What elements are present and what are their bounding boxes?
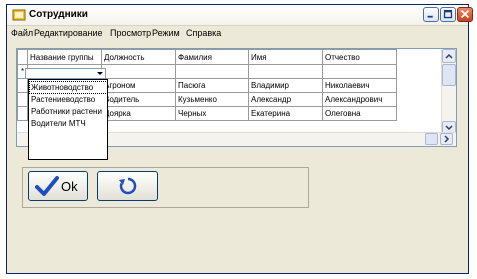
table-cell[interactable]: Кузьменко xyxy=(175,92,249,107)
maximize-button[interactable] xyxy=(440,7,456,22)
table-cell[interactable]: Пасюга xyxy=(175,78,249,93)
employees-window: Сотрудники Файл Редактирование Просмотр … xyxy=(6,4,473,274)
window-title: Сотрудники xyxy=(29,9,88,20)
refresh-button[interactable] xyxy=(97,171,158,201)
dropdown-option[interactable]: Растениеводство xyxy=(30,94,107,105)
menu-view[interactable]: Просмотр xyxy=(110,28,151,38)
column-header-group[interactable]: Название группы xyxy=(27,49,102,65)
group-dropdown-list[interactable]: Животноводство Растениеводство Работники… xyxy=(28,79,108,160)
table-cell[interactable] xyxy=(101,64,176,79)
app-icon xyxy=(12,9,26,21)
close-button[interactable] xyxy=(457,7,473,22)
table-cell[interactable] xyxy=(175,64,249,79)
menu-file[interactable]: Файл xyxy=(11,28,33,38)
table-cell[interactable]: Черных xyxy=(175,106,249,121)
table-cell[interactable]: Александр xyxy=(248,92,323,107)
table-cell[interactable]: Екатерина xyxy=(248,106,323,121)
dropdown-option[interactable]: Работники растени xyxy=(30,106,107,117)
refresh-icon xyxy=(119,177,137,195)
title-bar[interactable]: Сотрудники xyxy=(7,5,473,26)
column-header-position[interactable]: Должность xyxy=(101,49,176,65)
checkmark-icon xyxy=(35,176,59,196)
table-cell[interactable]: Александрович xyxy=(322,92,397,107)
dropdown-option[interactable]: Водители МТЧ xyxy=(30,118,107,129)
row-selector[interactable] xyxy=(17,106,28,121)
vertical-scrollbar[interactable] xyxy=(441,49,456,135)
menu-mode[interactable]: Режим xyxy=(152,28,180,38)
chevron-up-icon xyxy=(445,53,453,59)
button-panel: Ok xyxy=(22,167,309,208)
column-header-surname[interactable]: Фамилия xyxy=(175,49,249,65)
table-cell[interactable]: Водитель xyxy=(101,92,176,107)
row-selector[interactable] xyxy=(17,78,28,93)
menu-bar: Файл Редактирование Просмотр Режим Справ… xyxy=(7,26,468,40)
column-header-patronymic[interactable]: Отчество xyxy=(322,49,397,65)
minimize-icon xyxy=(427,15,433,18)
grid-header-row: Название группы Должность Фамилия Имя От… xyxy=(17,49,397,65)
maximize-icon xyxy=(443,9,453,19)
group-combobox[interactable] xyxy=(25,68,106,79)
menu-edit[interactable]: Редактирование xyxy=(34,28,103,38)
minimize-button[interactable] xyxy=(423,7,439,22)
table-cell[interactable] xyxy=(248,64,323,79)
close-icon xyxy=(460,9,470,19)
table-cell[interactable]: Николаевич xyxy=(322,78,397,93)
column-header-name[interactable]: Имя xyxy=(248,49,323,65)
row-selector-header xyxy=(17,49,28,65)
dropdown-option[interactable]: Животноводство xyxy=(29,81,108,94)
scroll-right-button[interactable] xyxy=(440,133,453,145)
ok-button[interactable]: Ok xyxy=(28,171,88,201)
menu-help[interactable]: Справка xyxy=(186,28,221,38)
table-cell[interactable]: Доярка xyxy=(101,106,176,121)
scroll-up-button[interactable] xyxy=(442,49,456,63)
table-cell[interactable]: Агроном xyxy=(101,78,176,93)
chevron-down-icon[interactable] xyxy=(95,69,105,78)
chevron-right-icon xyxy=(444,135,450,143)
table-cell[interactable] xyxy=(322,64,397,79)
scroll-thumb[interactable] xyxy=(442,64,456,86)
table-cell[interactable]: Олеговна xyxy=(322,106,397,121)
table-cell[interactable]: Владимир xyxy=(248,78,323,93)
scroll-thumb-horizontal[interactable] xyxy=(425,133,438,145)
row-selector[interactable] xyxy=(17,92,28,107)
ok-button-label: Ok xyxy=(61,179,78,194)
